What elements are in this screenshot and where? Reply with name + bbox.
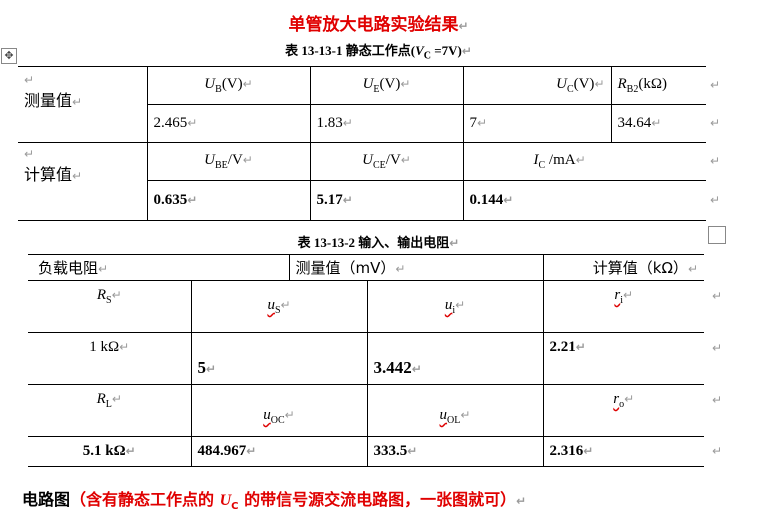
cell-rl-label: RL↵ [28,384,192,437]
cell-ro-value: 2.316↵ [542,436,704,467]
value-ub: 2.465↵ [147,104,311,143]
header-uc: UC(V)↵ [462,66,612,105]
header-ic: IC /mA↵ [462,142,706,181]
value-rb2: 34.64↵ [610,104,706,143]
cell-ro-label: ro↵ [542,384,704,437]
cell-rs-value: 1 kΩ↵ [28,332,192,385]
page-title: 单管放大电路实验结果↵ [288,15,469,34]
cell-rs-label: RS↵ [28,280,192,333]
table-row: 负载电阻↵ 测量值（mV）↵ 计算值（kΩ）↵ [28,254,704,281]
header-ub: UB(V)↵ [146,66,311,105]
cell-uol-value: 333.5↵ [366,436,544,467]
cell-ui-label: ui↵ [366,280,544,333]
right-margin-marks-2: ↵ ↵ ↵ ↵ [712,289,723,458]
table-row: RS↵ uS↵ ui↵ ri↵ [28,280,704,333]
table-row: ↵ 计算值↵ UBE/V↵ UCE/V↵ IC /mA↵ [18,142,706,221]
table-row: 1 kΩ↵ 5↵ 3.442↵ 2.21↵ [28,332,704,385]
header-load-resistance: 负载电阻↵ [28,254,290,281]
cell-uoc-label: uOC↵ [190,384,368,437]
cell-uoc-value: 484.967↵ [190,436,368,467]
header-measured-mv: 测量值（mV）↵ [288,254,544,281]
measured-label: ↵ 测量值↵ [18,66,148,143]
header-calculated-kohm: 计算值（kΩ）↵ [542,254,704,281]
table1-caption: 表 13-13-1 静态工作点(VC =7V)↵ [285,43,472,62]
cell-uol-label: uOL↵ [366,384,544,437]
cell-ri-value: 2.21↵ [542,332,704,385]
calculated-label: ↵ 计算值↵ [18,142,148,221]
value-ue: 1.83↵ [309,104,464,143]
value-uc: 7↵ [462,104,612,143]
cell-rl-value: 5.1 kΩ↵ [28,436,192,467]
table-row: 5.1 kΩ↵ 484.967↵ 333.5↵ 2.316↵ [28,436,704,467]
cell-us-value: 5↵ [190,332,368,385]
header-uce: UCE/V↵ [309,142,464,181]
cell-us-label: uS↵ [190,280,368,333]
right-margin-marks: ↵ ↵ ↵ ↵ [710,78,721,207]
cell-ui-value: 3.442↵ [366,332,544,385]
static-operating-point-table: ↵ 测量值↵ UB(V)↵ UE(V)↵ UC(V)↵ RB2(kΩ) 2.465… [18,66,706,221]
header-rb2: RB2(kΩ) [610,66,706,105]
value-ube: 0.635↵ [147,180,311,221]
header-ue: UE(V)↵ [309,66,464,105]
input-output-resistance-table: 负载电阻↵ 测量值（mV）↵ 计算值（kΩ）↵ RS↵ uS↵ ui↵ ri↵ … [28,254,704,467]
table2-caption: 表 13-13-2 输入、输出电阻↵ [297,235,460,250]
header-ube: UBE/V↵ [146,142,311,181]
cell-ri-label: ri↵ [542,280,704,333]
value-ic: 0.144↵ [462,180,706,221]
value-uce: 5.17↵ [309,180,464,221]
circuit-diagram-note: 电路图（含有静态工作点的 UC 的带信号源交流电路图，一张图就可）↵ [22,490,527,513]
table-row: RL↵ uOC↵ uOL↵ ro↵ [28,384,704,437]
table-row: ↵ 测量值↵ UB(V)↵ UE(V)↵ UC(V)↵ RB2(kΩ) [18,66,706,143]
